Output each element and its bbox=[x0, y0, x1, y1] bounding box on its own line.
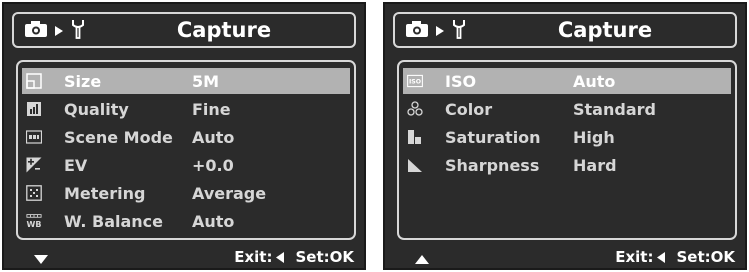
ev-icon bbox=[26, 157, 42, 173]
left-arrow-icon bbox=[657, 251, 666, 263]
menu-item-label: Metering bbox=[64, 183, 146, 203]
menu-item-scene-mode[interactable]: Scene Mode Auto bbox=[22, 124, 350, 150]
menu-item-value: Auto bbox=[192, 211, 235, 231]
menu-item-metering[interactable]: Metering Average bbox=[22, 180, 350, 206]
menu-item-white-balance[interactable]: WB W. Balance Auto bbox=[22, 208, 350, 234]
menu-item-saturation[interactable]: Saturation High bbox=[403, 124, 731, 150]
white-balance-icon-text: WB bbox=[27, 220, 42, 229]
scene-mode-icon bbox=[26, 129, 42, 145]
menu-item-ev[interactable]: EV +0.0 bbox=[22, 152, 350, 178]
menu-item-color[interactable]: Color Standard bbox=[403, 96, 731, 122]
menu-item-value: Auto bbox=[192, 127, 235, 147]
exit-button[interactable]: Exit: bbox=[234, 248, 285, 266]
scroll-up-icon[interactable] bbox=[415, 250, 429, 269]
scroll-down-icon[interactable] bbox=[34, 250, 48, 269]
sharpness-icon bbox=[407, 157, 423, 173]
menu-item-label: ISO bbox=[445, 71, 477, 91]
menu-item-label: W. Balance bbox=[64, 211, 163, 231]
wrench-icon[interactable] bbox=[71, 19, 85, 43]
arrow-right-icon bbox=[435, 22, 445, 41]
menu-item-value: Auto bbox=[573, 71, 616, 91]
menu-item-quality[interactable]: Quality Fine bbox=[22, 96, 350, 122]
capture-menu-screen-page-1: Capture Size 5M Quality Fine Scene Mode … bbox=[2, 2, 366, 270]
menu-item-value: Fine bbox=[192, 99, 231, 119]
capture-menu-screen-page-2: Capture ISO ISO Auto Color Standard Satu… bbox=[383, 2, 747, 270]
exit-button[interactable]: Exit: bbox=[615, 248, 666, 266]
menu-item-label: Size bbox=[64, 71, 102, 91]
color-icon bbox=[407, 101, 423, 117]
menu-panel: ISO ISO Auto Color Standard Saturation H… bbox=[397, 60, 737, 240]
arrow-right-icon bbox=[54, 22, 64, 41]
iso-icon: ISO bbox=[407, 73, 423, 89]
menu-header: Capture bbox=[393, 12, 737, 48]
menu-item-label: Quality bbox=[64, 99, 129, 119]
menu-item-sharpness[interactable]: Sharpness Hard bbox=[403, 152, 731, 178]
menu-item-size[interactable]: Size 5M bbox=[22, 68, 350, 94]
wrench-icon[interactable] bbox=[452, 19, 466, 43]
set-ok-button[interactable]: Set:OK bbox=[295, 248, 354, 266]
menu-item-value: Standard bbox=[573, 99, 656, 119]
quality-icon bbox=[26, 101, 42, 117]
set-ok-button[interactable]: Set:OK bbox=[676, 248, 735, 266]
menu-item-value: +0.0 bbox=[192, 155, 234, 175]
camera-icon[interactable] bbox=[24, 20, 48, 42]
metering-icon bbox=[26, 185, 42, 201]
menu-item-iso[interactable]: ISO ISO Auto bbox=[403, 68, 731, 94]
left-arrow-icon bbox=[276, 251, 285, 263]
white-balance-icon: WB bbox=[26, 213, 42, 229]
menu-item-value: High bbox=[573, 127, 615, 147]
camera-icon[interactable] bbox=[405, 20, 429, 42]
menu-item-value: Average bbox=[192, 183, 267, 203]
menu-footer: Exit: Set:OK bbox=[615, 248, 735, 266]
saturation-icon bbox=[407, 129, 423, 145]
size-icon bbox=[26, 73, 42, 89]
menu-item-value: 5M bbox=[192, 71, 220, 91]
iso-icon-text: ISO bbox=[409, 79, 421, 86]
menu-item-label: Saturation bbox=[445, 127, 541, 147]
menu-item-label: Scene Mode bbox=[64, 127, 173, 147]
exit-label: Exit: bbox=[615, 248, 654, 266]
menu-footer: Exit: Set:OK bbox=[234, 248, 354, 266]
exit-label: Exit: bbox=[234, 248, 273, 266]
menu-item-label: EV bbox=[64, 155, 88, 175]
menu-item-label: Sharpness bbox=[445, 155, 540, 175]
menu-title: Capture bbox=[557, 18, 653, 42]
menu-item-label: Color bbox=[445, 99, 493, 119]
menu-item-value: Hard bbox=[573, 155, 617, 175]
menu-header: Capture bbox=[12, 12, 356, 48]
menu-panel: Size 5M Quality Fine Scene Mode Auto EV … bbox=[16, 60, 356, 240]
menu-title: Capture bbox=[176, 18, 272, 42]
